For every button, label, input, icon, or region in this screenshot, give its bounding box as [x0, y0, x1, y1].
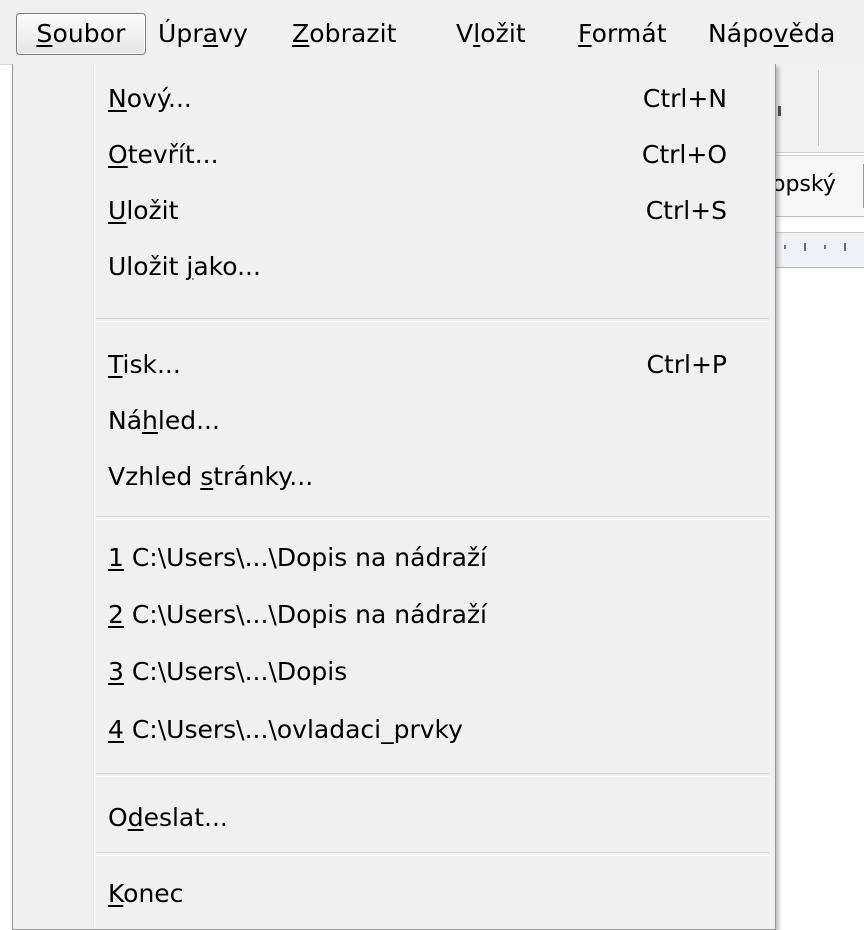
menu-accelerator: S [36, 19, 53, 48]
menu-accelerator: v [773, 19, 789, 48]
menu-item-ulozit-jako[interactable]: Uložit jako... [94, 241, 775, 297]
menu-item-shortcut: Ctrl+N [642, 84, 727, 113]
menu-accelerator: Z [292, 19, 310, 48]
menu-item-tisk[interactable]: Tisk... Ctrl+P [94, 339, 775, 395]
menu-item-otevrit[interactable]: Otevřít... Ctrl+O [94, 129, 775, 185]
menu-item-shortcut: Ctrl+S [645, 196, 727, 225]
menu-item-odeslat[interactable]: Odeslat... [94, 792, 775, 848]
menu-label-pre: Úpr [158, 19, 203, 48]
menu-format[interactable]: Formát [578, 14, 667, 54]
menu-item-konec[interactable]: Konec [94, 868, 775, 924]
menu-label-post: oubor [52, 19, 126, 48]
menu-item-ulozit[interactable]: Uložit Ctrl+S [94, 185, 775, 241]
menu-item-label: Odeslat... [108, 803, 228, 832]
menu-vlozit[interactable]: Vložit [456, 14, 526, 54]
menu-item-label: Uložit jako... [108, 252, 261, 281]
menu-item-recent-2[interactable]: 2 C:\Users\...\Dopis na nádraží [94, 589, 775, 645]
menu-item-label: Konec [108, 879, 184, 908]
menu-item-label: 3 C:\Users\...\Dopis [108, 657, 348, 686]
ruler-tick [844, 243, 846, 251]
menu-item-vzhled-stranky[interactable]: Vzhled stránky... [94, 451, 775, 507]
menu-separator [96, 318, 769, 322]
menu-separator [96, 516, 769, 520]
menu-item-novy[interactable]: Nový... Ctrl+N [94, 73, 775, 129]
menu-label-pre: Nápo [708, 19, 774, 48]
menu-item-label: 4 C:\Users\...\ovladaci_prvky [108, 715, 463, 744]
menu-item-recent-4[interactable]: 4 C:\Users\...\ovladaci_prvky [94, 704, 775, 760]
toolbar-button-fragment[interactable] [778, 106, 781, 116]
menu-label-post: ormát [591, 19, 667, 48]
menu-bar: Soubor Úpravy Zobrazit Vložit Formát Náp… [0, 0, 864, 65]
menu-zobrazit[interactable]: Zobrazit [292, 14, 397, 54]
menu-separator [96, 852, 769, 856]
menu-accelerator: a [202, 19, 219, 48]
menu-item-shortcut: Ctrl+O [641, 140, 727, 169]
ruler-tick [824, 245, 826, 249]
menu-label-pre: V [456, 19, 474, 48]
menu-icon-gutter [13, 64, 93, 929]
menu-item-nahled[interactable]: Náhled... [94, 395, 775, 451]
ruler-tick [804, 243, 806, 251]
menu-item-recent-3[interactable]: 3 C:\Users\...\Dopis [94, 646, 775, 702]
menu-label-post: ožit [480, 19, 526, 48]
menu-item-label: Uložit [108, 196, 179, 225]
font-name-value: opský [772, 172, 836, 197]
menu-label-post: obrazit [309, 19, 397, 48]
menu-separator [96, 773, 769, 777]
menu-soubor[interactable]: Soubor [16, 13, 146, 55]
menu-label-post: vy [218, 19, 248, 48]
ruler-tick [784, 245, 786, 249]
toolbar-separator [818, 70, 819, 146]
menu-label-post: ěda [788, 19, 836, 48]
menu-item-label: Otevřít... [108, 140, 219, 169]
menu-item-shortcut: Ctrl+P [646, 350, 727, 379]
menu-item-label: Tisk... [108, 350, 181, 379]
font-name-box[interactable]: opský [772, 155, 864, 217]
menu-item-label: Nový... [108, 84, 192, 113]
menu-item-label: 1 C:\Users\...\Dopis na nádraží [108, 543, 487, 572]
file-menu-dropdown: Nový... Ctrl+N Otevřít... Ctrl+O Uložit … [12, 64, 776, 930]
menu-accelerator: F [578, 19, 592, 48]
menu-item-label: Náhled... [108, 406, 220, 435]
ruler[interactable] [772, 232, 864, 268]
menu-item-recent-1[interactable]: 1 C:\Users\...\Dopis na nádraží [94, 532, 775, 588]
menu-item-label: 2 C:\Users\...\Dopis na nádraží [108, 600, 487, 629]
menu-upravy[interactable]: Úpravy [158, 14, 248, 54]
menu-item-label: Vzhled stránky... [108, 462, 314, 491]
menu-napoveda[interactable]: Nápověda [708, 14, 835, 54]
